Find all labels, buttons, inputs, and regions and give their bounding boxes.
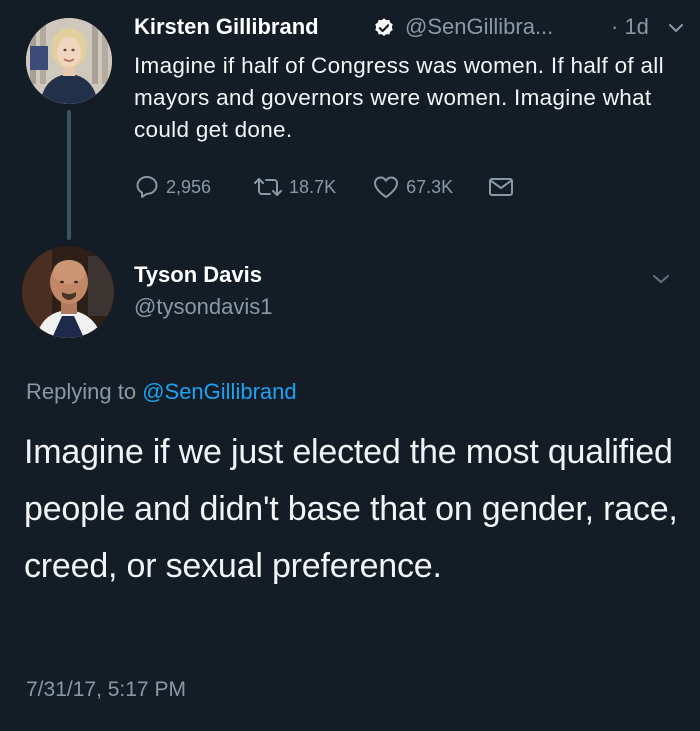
verified-badge-icon xyxy=(375,18,393,36)
replying-prefix: Replying to xyxy=(26,379,143,404)
replying-mention-link[interactable]: @SenGillibrand xyxy=(142,379,296,404)
like-count: 67.3K xyxy=(406,176,454,197)
message-icon xyxy=(489,178,514,196)
tweet-actions: 2,956 18.7K 67.3K xyxy=(134,172,515,202)
retweet-icon xyxy=(254,178,283,196)
retweet-count: 18.7K xyxy=(289,176,337,197)
replying-to: Replying to @SenGillibrand xyxy=(26,379,297,405)
tweet-text: Imagine if half of Congress was women. I… xyxy=(134,53,664,142)
author-handle[interactable]: @SenGillibra... xyxy=(405,14,553,40)
retweet-action[interactable]: 18.7K xyxy=(253,174,336,200)
reply-action[interactable]: 2,956 xyxy=(134,174,211,200)
thread-connector-line xyxy=(67,110,71,240)
message-action[interactable] xyxy=(487,175,515,199)
reply-timestamp[interactable]: 7/31/17, 5:17 PM xyxy=(26,678,186,702)
avatar-image xyxy=(22,246,114,338)
chevron-down-icon[interactable] xyxy=(652,273,670,285)
heart-icon xyxy=(374,176,399,198)
tweet-time[interactable]: · 1d xyxy=(611,14,649,40)
chevron-down-icon[interactable] xyxy=(668,22,684,34)
author-name[interactable]: Kirsten Gillibrand xyxy=(134,14,319,40)
like-action[interactable]: 67.3K xyxy=(372,174,453,200)
reply-author-name[interactable]: Tyson Davis xyxy=(134,262,262,288)
reply-text: Imagine if we just elected the most qual… xyxy=(24,433,678,585)
reply-author-handle[interactable]: @tysondavis1 xyxy=(134,294,273,320)
avatar-kirsten-gillibrand[interactable] xyxy=(26,18,112,104)
avatar-tyson-davis[interactable] xyxy=(22,246,114,338)
reply-icon xyxy=(136,176,158,198)
avatar-image xyxy=(26,18,112,104)
reply-count: 2,956 xyxy=(166,176,212,197)
